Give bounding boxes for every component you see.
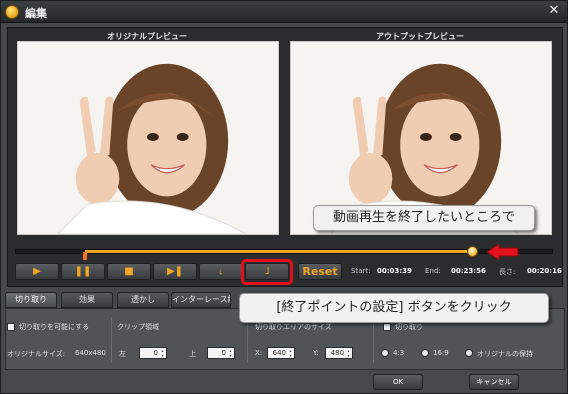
original-preview	[17, 41, 279, 235]
ratio-4-3-label: 4:3	[393, 349, 405, 357]
enable-crop-checkbox[interactable]	[7, 323, 15, 331]
set-start-button[interactable]: ˪	[199, 263, 243, 280]
tab-effects[interactable]: 効果	[61, 292, 113, 308]
pause-button[interactable]: ❚❚	[61, 263, 105, 280]
length-label: 長さ:	[499, 268, 516, 276]
start-time-value: 00:03:39	[377, 267, 412, 275]
start-time-label: Start:	[351, 267, 371, 275]
y-label: Y:	[313, 349, 319, 357]
ratio-keep-label: オリジナルの保持	[477, 350, 533, 358]
left-label: 左	[119, 350, 126, 358]
ratio-4-3-radio[interactable]	[381, 349, 389, 357]
timeline-selection	[84, 250, 473, 253]
original-preview-image	[18, 42, 278, 234]
close-button[interactable]: ✕	[547, 4, 561, 18]
tab-crop[interactable]: 切り取り	[5, 292, 57, 308]
x-label: X:	[255, 349, 263, 357]
crop-label: 切り取り	[395, 323, 423, 331]
timeline-end-knob[interactable]	[467, 246, 479, 257]
timeline-slider[interactable]	[15, 246, 553, 260]
title-bar: 編集 ✕	[1, 1, 567, 23]
ok-button[interactable]: OK	[373, 374, 423, 390]
callout-end-position: 動画再生を終了したいところで	[313, 205, 535, 231]
ratio-16-9-radio[interactable]	[421, 349, 429, 357]
end-time-label: End:	[425, 267, 441, 275]
left-stepper[interactable]: 0	[139, 347, 167, 359]
play-button[interactable]: ▶	[15, 263, 59, 280]
window-title: 編集	[25, 7, 47, 20]
cancel-button[interactable]: キャンセル	[469, 374, 519, 390]
ratio-keep-radio[interactable]	[465, 349, 473, 357]
y-stepper[interactable]: 480	[325, 347, 353, 359]
separator	[111, 317, 112, 363]
top-stepper[interactable]: 0	[207, 347, 235, 359]
stop-button[interactable]: ■	[107, 263, 151, 280]
callout-click-set-end: [終了ポイントの設定] ボタンをクリック	[239, 293, 549, 323]
tab-watermark[interactable]: 透かし	[117, 292, 169, 308]
separator	[247, 317, 248, 363]
original-size-label: オリジナルサイズ:	[7, 350, 66, 358]
enable-crop-label: 切り取りを可能にする	[19, 323, 90, 331]
end-time-value: 00:23:56	[451, 267, 486, 275]
clip-area-label: クリップ領域	[117, 323, 159, 331]
next-frame-button[interactable]: ▶❚	[153, 263, 197, 280]
reset-button[interactable]: Reset	[298, 263, 342, 280]
timeline-start-marker[interactable]	[82, 252, 87, 260]
set-end-highlight	[241, 259, 293, 285]
x-stepper[interactable]: 640	[267, 347, 295, 359]
edit-window: 編集 ✕ オリジナルプレビュー アウトプットプレビュー 動画再生を終了したいとこ…	[0, 0, 568, 394]
crop-size-label: 切り取りエリアのサイズ	[255, 323, 332, 331]
ratio-16-9-label: 16:9	[433, 349, 449, 357]
app-icon	[5, 5, 19, 19]
original-size-value: 640x480	[75, 349, 106, 357]
red-arrow-icon	[487, 244, 519, 260]
tab-deinterlace[interactable]: インターレース解除	[171, 292, 231, 308]
length-value: 00:20:16	[527, 267, 562, 275]
crop-checkbox[interactable]	[383, 323, 391, 331]
separator	[373, 317, 374, 363]
top-label: 上	[189, 350, 196, 358]
